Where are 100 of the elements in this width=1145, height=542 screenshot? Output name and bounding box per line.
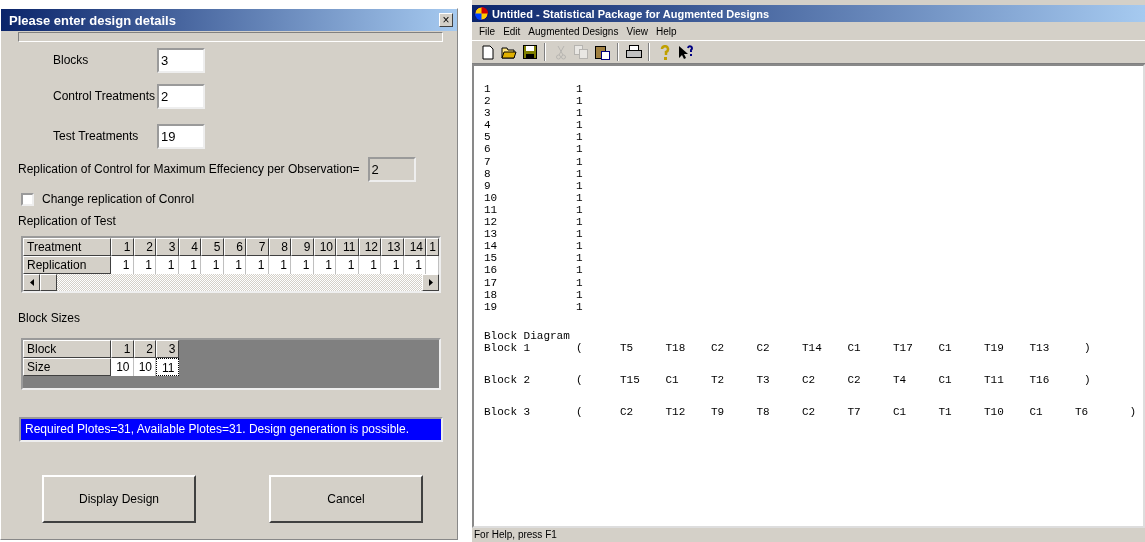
output-text: 1 bbox=[576, 276, 584, 289]
output-text: T1 bbox=[938, 405, 953, 420]
printer-icon bbox=[625, 45, 642, 59]
output-text: Block 3 bbox=[484, 405, 532, 420]
table-cell[interactable]: 1 bbox=[223, 256, 246, 274]
section-label: Replication of Test bbox=[18, 214, 116, 228]
table-cell[interactable]: 1 bbox=[403, 256, 426, 274]
output-text: 1 bbox=[576, 167, 584, 180]
new-document-icon bbox=[481, 44, 494, 60]
row-header: Replication bbox=[23, 256, 111, 274]
output-text: 1 bbox=[576, 107, 584, 120]
table-cell[interactable]: 1 bbox=[178, 256, 201, 274]
output-text: T3 bbox=[756, 373, 771, 388]
menu-item[interactable]: View bbox=[623, 25, 653, 37]
output-text: C2 bbox=[802, 373, 817, 388]
column-header: 3 bbox=[156, 340, 179, 358]
question-mark-icon bbox=[659, 44, 670, 60]
output-text: Block 1 bbox=[484, 341, 532, 356]
output-text: 1 bbox=[576, 83, 584, 96]
checkbox[interactable] bbox=[21, 192, 34, 206]
column-header: 6 bbox=[223, 238, 246, 256]
menu-item[interactable]: File bbox=[476, 25, 501, 37]
menu-item[interactable]: Augmented Designs bbox=[525, 25, 624, 37]
window-title: Untitled - Statistical Package for Augmented Designs bbox=[492, 7, 770, 20]
output-text: 7 bbox=[484, 155, 492, 168]
output-text: 1 bbox=[576, 252, 584, 265]
output-text: 4 bbox=[484, 119, 492, 132]
table-cell[interactable]: 1 bbox=[133, 256, 156, 274]
output-text: 18 bbox=[484, 288, 499, 301]
output-text: T13 bbox=[1029, 341, 1051, 356]
column-header: 1 bbox=[111, 238, 134, 256]
row-header: Block bbox=[23, 340, 111, 358]
menu-item[interactable]: Edit bbox=[500, 25, 526, 37]
input-field[interactable]: 2 bbox=[157, 83, 205, 109]
table-cell[interactable]: 1 bbox=[381, 256, 404, 274]
horizontal-scrollbar[interactable] bbox=[23, 274, 439, 291]
cancel-button[interactable]: Cancel bbox=[269, 475, 423, 523]
table-cell[interactable]: 10 bbox=[111, 358, 134, 376]
copy-icon bbox=[574, 45, 589, 59]
save-button[interactable] bbox=[520, 42, 539, 62]
right-arrow-icon bbox=[428, 279, 433, 286]
field-label: Replication of Control for Maximum Effeciency per Observation= bbox=[18, 162, 360, 176]
output-text: T9 bbox=[711, 405, 726, 420]
row-header: Treatment bbox=[23, 238, 111, 256]
table-cell[interactable]: 1 bbox=[313, 256, 336, 274]
output-text: ( bbox=[576, 341, 584, 356]
output-text: 1 bbox=[576, 131, 584, 144]
table-cell[interactable]: 11 bbox=[156, 358, 179, 376]
output-text: 1 bbox=[484, 83, 492, 96]
output-text: 17 bbox=[484, 276, 499, 289]
menu-item[interactable]: Help bbox=[652, 25, 682, 37]
table-cell[interactable]: 1 bbox=[156, 256, 179, 274]
output-text: Block 2 bbox=[484, 373, 532, 388]
output-text: C1 bbox=[665, 373, 680, 388]
output-text: 5 bbox=[484, 131, 492, 144]
column-header: 13 bbox=[381, 238, 404, 256]
output-text: 1 bbox=[576, 155, 584, 168]
table-cell[interactable] bbox=[426, 256, 439, 274]
scrollbar-thumb[interactable] bbox=[40, 274, 57, 291]
field-label: Control Treatments bbox=[53, 89, 157, 103]
pointer-question-icon bbox=[677, 44, 694, 60]
output-text: 1 bbox=[576, 119, 584, 132]
left-arrow-icon bbox=[29, 279, 34, 286]
input-field[interactable]: 19 bbox=[157, 123, 205, 149]
output-text: C2 bbox=[802, 405, 817, 420]
table-cell[interactable]: 1 bbox=[291, 256, 314, 274]
output-text: T10 bbox=[984, 405, 1005, 420]
output-text: C2 bbox=[756, 341, 771, 356]
context-help-button[interactable] bbox=[676, 42, 695, 62]
column-header: 14 bbox=[403, 238, 426, 256]
output-text: 12 bbox=[484, 216, 499, 229]
table-cell[interactable]: 1 bbox=[111, 256, 134, 274]
output-text: 13 bbox=[484, 228, 499, 241]
folder-icon bbox=[500, 45, 517, 59]
output-text: 1 bbox=[576, 191, 584, 204]
output-text: T14 bbox=[802, 341, 823, 356]
output-text: T12 bbox=[665, 405, 687, 420]
column-header: 1 bbox=[111, 340, 134, 358]
table-cell[interactable]: 1 bbox=[358, 256, 381, 274]
output-text: 1 bbox=[576, 228, 584, 241]
window-title: Please enter design details bbox=[9, 12, 176, 28]
output-text: C2 bbox=[620, 405, 635, 420]
column-header: 1 bbox=[426, 238, 439, 256]
input-field[interactable]: 3 bbox=[157, 47, 205, 73]
output-text: T5 bbox=[620, 341, 635, 356]
table-cell[interactable]: 1 bbox=[336, 256, 359, 274]
close-button[interactable]: × bbox=[439, 13, 453, 27]
output-text: 1 bbox=[576, 216, 584, 229]
output-text: C2 bbox=[711, 341, 726, 356]
table-cell[interactable]: 1 bbox=[246, 256, 269, 274]
output-text: T17 bbox=[893, 341, 914, 356]
table-cell[interactable]: 1 bbox=[201, 256, 224, 274]
output-text: 2 bbox=[484, 95, 492, 108]
output-text: T7 bbox=[847, 405, 862, 420]
display-button[interactable]: Display Design bbox=[42, 475, 196, 523]
output-text: 1 bbox=[576, 203, 584, 217]
table-cell[interactable]: 10 bbox=[133, 358, 156, 376]
table-cell[interactable]: 1 bbox=[268, 256, 291, 274]
output-text: ) bbox=[1083, 341, 1092, 356]
output-text: 1 bbox=[576, 240, 584, 253]
